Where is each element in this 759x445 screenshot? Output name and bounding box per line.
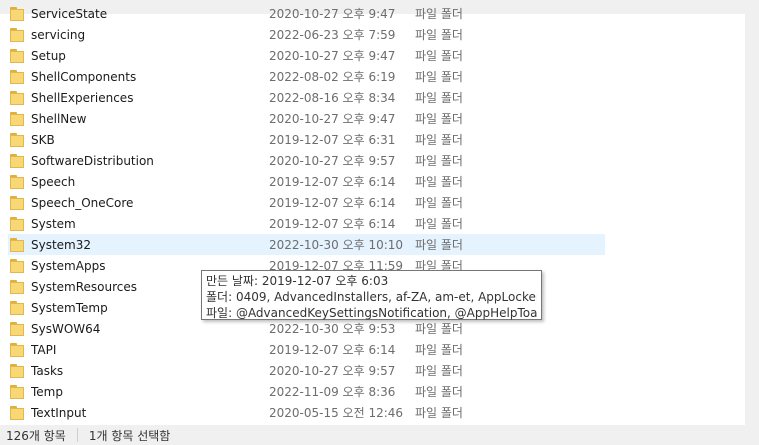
file-row[interactable]: System32 2022-10-30 오후 10:10 파일 폴더	[8, 234, 605, 255]
file-date: 2022-10-30 오후 9:53	[269, 322, 396, 336]
file-date: 2019-12-07 오후 6:14	[269, 217, 396, 231]
file-type: 파일 폴더	[415, 28, 463, 42]
file-date: 2020-10-27 오후 9:57	[269, 154, 396, 168]
file-name[interactable]: System32	[31, 238, 269, 252]
file-date: 2022-08-02 오후 6:19	[269, 70, 396, 84]
file-date: 2020-10-27 오후 9:47	[269, 7, 396, 21]
file-row[interactable]: ShellExperiences 2022-08-16 오후 8:34 파일 폴더	[8, 87, 605, 108]
folder-icon	[10, 216, 26, 231]
file-row[interactable]: ServiceState 2020-10-27 오후 9:47 파일 폴더	[8, 3, 605, 24]
file-name[interactable]: SoftwareDistribution	[31, 154, 269, 168]
file-row[interactable]: Temp 2022-11-09 오후 8:36 파일 폴더	[8, 381, 605, 402]
status-bar: 126개 항목 1개 항목 선택함	[0, 425, 759, 445]
folder-icon	[10, 90, 26, 105]
file-type: 파일 폴더	[415, 49, 463, 63]
folder-icon	[10, 111, 26, 126]
file-date: 2022-10-30 오후 10:10	[269, 238, 404, 252]
file-type: 파일 폴더	[415, 217, 463, 231]
tooltip-created: 만든 날짜: 2019-12-07 오후 6:03	[206, 274, 389, 288]
file-row[interactable]: Tasks 2020-10-27 오후 9:57 파일 폴더	[8, 360, 605, 381]
file-type: 파일 폴더	[415, 175, 463, 189]
file-row[interactable]: servicing 2022-06-23 오후 7:59 파일 폴더	[8, 24, 605, 45]
selected-count: 1개 항목 선택함	[88, 428, 171, 443]
status-divider	[76, 428, 78, 442]
file-type: 파일 폴더	[415, 70, 463, 84]
file-row[interactable]: SKB 2019-12-07 오후 6:31 파일 폴더	[8, 129, 605, 150]
file-type: 파일 폴더	[415, 7, 463, 21]
file-name[interactable]: SysWOW64	[31, 322, 269, 336]
file-name[interactable]: Setup	[31, 49, 269, 63]
file-date: 2022-08-16 오후 8:34	[269, 91, 396, 105]
tooltip-folders: 폴더: 0409, AdvancedInstallers, af-ZA, am-…	[206, 290, 537, 304]
file-type: 파일 폴더	[415, 385, 463, 399]
file-date: 2019-12-07 오후 6:14	[269, 343, 396, 357]
folder-icon	[10, 48, 26, 63]
folder-icon	[10, 279, 26, 294]
folder-icon	[10, 69, 26, 84]
file-row[interactable]: TAPI 2019-12-07 오후 6:14 파일 폴더	[8, 339, 605, 360]
file-name[interactable]: ShellNew	[31, 112, 269, 126]
folder-icon	[10, 405, 26, 420]
file-date: 2019-12-07 오후 6:31	[269, 133, 396, 147]
file-date: 2022-06-23 오후 7:59	[269, 28, 396, 42]
file-name[interactable]: ShellComponents	[31, 70, 269, 84]
file-date: 2020-10-27 오후 9:47	[269, 49, 396, 63]
file-type: 파일 폴더	[415, 322, 463, 336]
file-type: 파일 폴더	[415, 112, 463, 126]
file-list[interactable]: ServiceState 2020-10-27 오후 9:47 파일 폴더 servi…	[0, 0, 759, 425]
file-name[interactable]: TextInput	[31, 406, 269, 420]
file-name[interactable]: System	[31, 217, 269, 231]
file-row[interactable]: ShellNew 2020-10-27 오후 9:47 파일 폴더	[8, 108, 605, 129]
file-date: 2019-12-07 오후 6:14	[269, 196, 396, 210]
file-row[interactable]: Speech_OneCore 2019-12-07 오후 6:14 파일 폴더	[8, 192, 605, 213]
file-type: 파일 폴더	[415, 406, 463, 420]
file-name[interactable]: Tasks	[31, 364, 269, 378]
file-type: 파일 폴더	[415, 196, 463, 210]
file-type: 파일 폴더	[415, 364, 463, 378]
file-row[interactable]: Speech 2019-12-07 오후 6:14 파일 폴더	[8, 171, 605, 192]
background-strip	[745, 14, 759, 425]
folder-icon	[10, 153, 26, 168]
file-name[interactable]: servicing	[31, 28, 269, 42]
folder-icon	[10, 258, 26, 273]
folder-icon	[10, 384, 26, 399]
file-name[interactable]: Temp	[31, 385, 269, 399]
file-type: 파일 폴더	[415, 91, 463, 105]
folder-icon	[10, 27, 26, 42]
file-name[interactable]: Speech	[31, 175, 269, 189]
file-name[interactable]: TAPI	[31, 343, 269, 357]
folder-icon	[10, 321, 26, 336]
file-type: 파일 폴더	[415, 238, 463, 252]
item-count: 126개 항목	[6, 428, 66, 443]
file-row[interactable]: System 2019-12-07 오후 6:14 파일 폴더	[8, 213, 605, 234]
file-row[interactable]: SysWOW64 2022-10-30 오후 9:53 파일 폴더	[8, 318, 605, 339]
folder-icon	[10, 300, 26, 315]
folder-tooltip: 만든 날짜: 2019-12-07 오후 6:03 폴더: 0409, Adva…	[201, 270, 542, 320]
folder-icon	[10, 195, 26, 210]
tooltip-files: 파일: @AdvancedKeySettingsNotification, @A…	[206, 306, 537, 320]
file-type: 파일 폴더	[415, 133, 463, 147]
file-date: 2020-10-27 오후 9:57	[269, 364, 396, 378]
file-row[interactable]: Setup 2020-10-27 오후 9:47 파일 폴더	[8, 45, 605, 66]
file-row[interactable]: SoftwareDistribution 2020-10-27 오후 9:57 파일…	[8, 150, 605, 171]
file-name[interactable]: SKB	[31, 133, 269, 147]
folder-icon	[10, 6, 26, 21]
file-row[interactable]: TextInput 2020-05-15 오전 12:46 파일 폴더	[8, 402, 605, 423]
file-date: 2020-10-27 오후 9:47	[269, 112, 396, 126]
file-name[interactable]: Speech_OneCore	[31, 196, 269, 210]
file-name[interactable]: ShellExperiences	[31, 91, 269, 105]
file-type: 파일 폴더	[415, 343, 463, 357]
folder-icon	[10, 342, 26, 357]
folder-icon	[10, 363, 26, 378]
folder-icon	[10, 174, 26, 189]
folder-icon	[10, 237, 26, 252]
file-name[interactable]: ServiceState	[31, 7, 269, 21]
file-row[interactable]: ShellComponents 2022-08-02 오후 6:19 파일 폴더	[8, 66, 605, 87]
file-date: 2022-11-09 오후 8:36	[269, 385, 396, 399]
file-date: 2020-05-15 오전 12:46	[269, 406, 404, 420]
file-date: 2019-12-07 오후 6:14	[269, 175, 396, 189]
file-type: 파일 폴더	[415, 154, 463, 168]
folder-icon	[10, 132, 26, 147]
